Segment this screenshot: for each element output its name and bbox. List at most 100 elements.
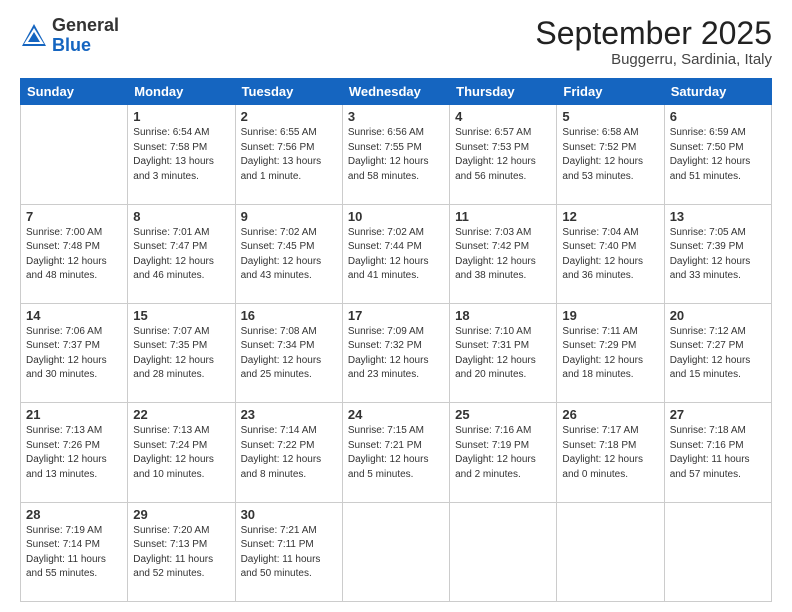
day-info: Sunrise: 7:19 AM Sunset: 7:14 PM Dayligh… bbox=[26, 524, 122, 582]
day-info: Sunrise: 7:06 AM Sunset: 7:37 PM Dayligh… bbox=[26, 325, 122, 383]
calendar-cell: 30 Sunrise: 7:21 AM Sunset: 7:11 PM Dayli… bbox=[235, 502, 342, 601]
title-block: September 2025 Buggerru, Sardinia, Italy bbox=[535, 16, 772, 68]
day-info: Sunrise: 7:20 AM Sunset: 7:13 PM Dayligh… bbox=[133, 524, 229, 582]
day-number: 16 bbox=[241, 308, 337, 323]
day-number: 20 bbox=[670, 308, 766, 323]
day-info: Sunrise: 7:17 AM Sunset: 7:18 PM Dayligh… bbox=[562, 424, 658, 482]
calendar-cell: 18 Sunrise: 7:10 AM Sunset: 7:31 PM Dayli… bbox=[450, 303, 557, 402]
calendar-table: Sunday Monday Tuesday Wednesday Thursday… bbox=[20, 78, 772, 602]
day-number: 24 bbox=[348, 407, 444, 422]
calendar-cell bbox=[450, 502, 557, 601]
day-number: 22 bbox=[133, 407, 229, 422]
calendar-cell bbox=[21, 105, 128, 204]
day-number: 14 bbox=[26, 308, 122, 323]
logo: General Blue bbox=[20, 16, 119, 56]
calendar-cell: 7 Sunrise: 7:00 AM Sunset: 7:48 PM Daylig… bbox=[21, 204, 128, 303]
day-info: Sunrise: 7:08 AM Sunset: 7:34 PM Dayligh… bbox=[241, 325, 337, 383]
day-number: 15 bbox=[133, 308, 229, 323]
day-number: 6 bbox=[670, 109, 766, 124]
calendar-week-4: 21 Sunrise: 7:13 AM Sunset: 7:26 PM Dayli… bbox=[21, 403, 772, 502]
day-number: 29 bbox=[133, 507, 229, 522]
day-number: 30 bbox=[241, 507, 337, 522]
col-saturday: Saturday bbox=[664, 79, 771, 105]
logo-text: General Blue bbox=[52, 16, 119, 56]
calendar-cell: 4 Sunrise: 6:57 AM Sunset: 7:53 PM Daylig… bbox=[450, 105, 557, 204]
day-info: Sunrise: 7:02 AM Sunset: 7:45 PM Dayligh… bbox=[241, 226, 337, 284]
calendar-cell: 19Sunrise: 7:11 AM Sunset: 7:29 PM Dayli… bbox=[557, 303, 664, 402]
col-wednesday: Wednesday bbox=[342, 79, 449, 105]
day-info: Sunrise: 7:21 AM Sunset: 7:11 PM Dayligh… bbox=[241, 524, 337, 582]
calendar-week-3: 14 Sunrise: 7:06 AM Sunset: 7:37 PM Dayli… bbox=[21, 303, 772, 402]
calendar-cell: 9 Sunrise: 7:02 AM Sunset: 7:45 PM Daylig… bbox=[235, 204, 342, 303]
day-number: 21 bbox=[26, 407, 122, 422]
day-info: Sunrise: 6:54 AM Sunset: 7:58 PM Dayligh… bbox=[133, 126, 229, 184]
day-info: Sunrise: 7:03 AM Sunset: 7:42 PM Dayligh… bbox=[455, 226, 551, 284]
day-info: Sunrise: 7:04 AM Sunset: 7:40 PM Dayligh… bbox=[562, 226, 658, 284]
day-number: 26 bbox=[562, 407, 658, 422]
calendar-cell: 13 Sunrise: 7:05 AM Sunset: 7:39 PM Dayli… bbox=[664, 204, 771, 303]
calendar-cell: 25 Sunrise: 7:16 AM Sunset: 7:19 PM Dayli… bbox=[450, 403, 557, 502]
day-info: Sunrise: 7:13 AM Sunset: 7:24 PM Dayligh… bbox=[133, 424, 229, 482]
day-info: Sunrise: 7:15 AM Sunset: 7:21 PM Dayligh… bbox=[348, 424, 444, 482]
calendar-cell: 8 Sunrise: 7:01 AM Sunset: 7:47 PM Daylig… bbox=[128, 204, 235, 303]
page: General Blue September 2025 Buggerru, Sa… bbox=[0, 0, 792, 612]
location-subtitle: Buggerru, Sardinia, Italy bbox=[535, 51, 772, 68]
calendar-cell bbox=[664, 502, 771, 601]
calendar-cell: 2Sunrise: 6:55 AM Sunset: 7:56 PM Daylig… bbox=[235, 105, 342, 204]
col-sunday: Sunday bbox=[21, 79, 128, 105]
calendar-cell: 29 Sunrise: 7:20 AM Sunset: 7:13 PM Dayli… bbox=[128, 502, 235, 601]
calendar-cell: 24 Sunrise: 7:15 AM Sunset: 7:21 PM Dayli… bbox=[342, 403, 449, 502]
col-friday: Friday bbox=[557, 79, 664, 105]
day-number: 28 bbox=[26, 507, 122, 522]
day-number: 27 bbox=[670, 407, 766, 422]
col-monday: Monday bbox=[128, 79, 235, 105]
calendar-week-5: 28 Sunrise: 7:19 AM Sunset: 7:14 PM Dayli… bbox=[21, 502, 772, 601]
calendar-week-2: 7 Sunrise: 7:00 AM Sunset: 7:48 PM Daylig… bbox=[21, 204, 772, 303]
calendar-cell bbox=[342, 502, 449, 601]
day-info: Sunrise: 7:14 AM Sunset: 7:22 PM Dayligh… bbox=[241, 424, 337, 482]
day-info: Sunrise: 6:57 AM Sunset: 7:53 PM Dayligh… bbox=[455, 126, 551, 184]
header: General Blue September 2025 Buggerru, Sa… bbox=[20, 16, 772, 68]
day-info: Sunrise: 6:55 AM Sunset: 7:56 PM Dayligh… bbox=[241, 126, 337, 184]
day-info: Sunrise: 7:16 AM Sunset: 7:19 PM Dayligh… bbox=[455, 424, 551, 482]
day-number: 7 bbox=[26, 209, 122, 224]
calendar-cell: 23 Sunrise: 7:14 AM Sunset: 7:22 PM Dayli… bbox=[235, 403, 342, 502]
day-number: 10 bbox=[348, 209, 444, 224]
day-info: Sunrise: 7:00 AM Sunset: 7:48 PM Dayligh… bbox=[26, 226, 122, 284]
calendar-cell: 1 Sunrise: 6:54 AM Sunset: 7:58 PM Daylig… bbox=[128, 105, 235, 204]
day-number: 13 bbox=[670, 209, 766, 224]
day-info: Sunrise: 6:59 AM Sunset: 7:50 PM Dayligh… bbox=[670, 126, 766, 184]
col-tuesday: Tuesday bbox=[235, 79, 342, 105]
calendar-cell: 6 Sunrise: 6:59 AM Sunset: 7:50 PM Daylig… bbox=[664, 105, 771, 204]
day-number: 23 bbox=[241, 407, 337, 422]
day-number: 4 bbox=[455, 109, 551, 124]
calendar-cell: 3Sunrise: 6:56 AM Sunset: 7:55 PM Daylig… bbox=[342, 105, 449, 204]
day-info: Sunrise: 7:01 AM Sunset: 7:47 PM Dayligh… bbox=[133, 226, 229, 284]
day-number: 25 bbox=[455, 407, 551, 422]
calendar-cell: 27 Sunrise: 7:18 AM Sunset: 7:16 PM Dayli… bbox=[664, 403, 771, 502]
day-number: 17 bbox=[348, 308, 444, 323]
day-info: Sunrise: 7:05 AM Sunset: 7:39 PM Dayligh… bbox=[670, 226, 766, 284]
day-info: Sunrise: 7:12 AM Sunset: 7:27 PM Dayligh… bbox=[670, 325, 766, 383]
calendar-cell: 14 Sunrise: 7:06 AM Sunset: 7:37 PM Dayli… bbox=[21, 303, 128, 402]
day-info: Sunrise: 6:58 AM Sunset: 7:52 PM Dayligh… bbox=[562, 126, 658, 184]
day-number: 12 bbox=[562, 209, 658, 224]
day-number: 19 bbox=[562, 308, 658, 323]
day-number: 18 bbox=[455, 308, 551, 323]
day-info: Sunrise: 6:56 AM Sunset: 7:55 PM Dayligh… bbox=[348, 126, 444, 184]
day-info: Sunrise: 7:10 AM Sunset: 7:31 PM Dayligh… bbox=[455, 325, 551, 383]
day-info: Sunrise: 7:07 AM Sunset: 7:35 PM Dayligh… bbox=[133, 325, 229, 383]
calendar-cell: 5Sunrise: 6:58 AM Sunset: 7:52 PM Daylig… bbox=[557, 105, 664, 204]
col-thursday: Thursday bbox=[450, 79, 557, 105]
day-info: Sunrise: 7:18 AM Sunset: 7:16 PM Dayligh… bbox=[670, 424, 766, 482]
calendar-cell: 12 Sunrise: 7:04 AM Sunset: 7:40 PM Dayli… bbox=[557, 204, 664, 303]
calendar-cell: 17Sunrise: 7:09 AM Sunset: 7:32 PM Dayli… bbox=[342, 303, 449, 402]
calendar-cell: 22 Sunrise: 7:13 AM Sunset: 7:24 PM Dayli… bbox=[128, 403, 235, 502]
calendar-cell: 15 Sunrise: 7:07 AM Sunset: 7:35 PM Dayli… bbox=[128, 303, 235, 402]
calendar-cell: 20 Sunrise: 7:12 AM Sunset: 7:27 PM Dayli… bbox=[664, 303, 771, 402]
calendar-cell bbox=[557, 502, 664, 601]
day-number: 9 bbox=[241, 209, 337, 224]
day-number: 1 bbox=[133, 109, 229, 124]
day-number: 8 bbox=[133, 209, 229, 224]
day-info: Sunrise: 7:13 AM Sunset: 7:26 PM Dayligh… bbox=[26, 424, 122, 482]
